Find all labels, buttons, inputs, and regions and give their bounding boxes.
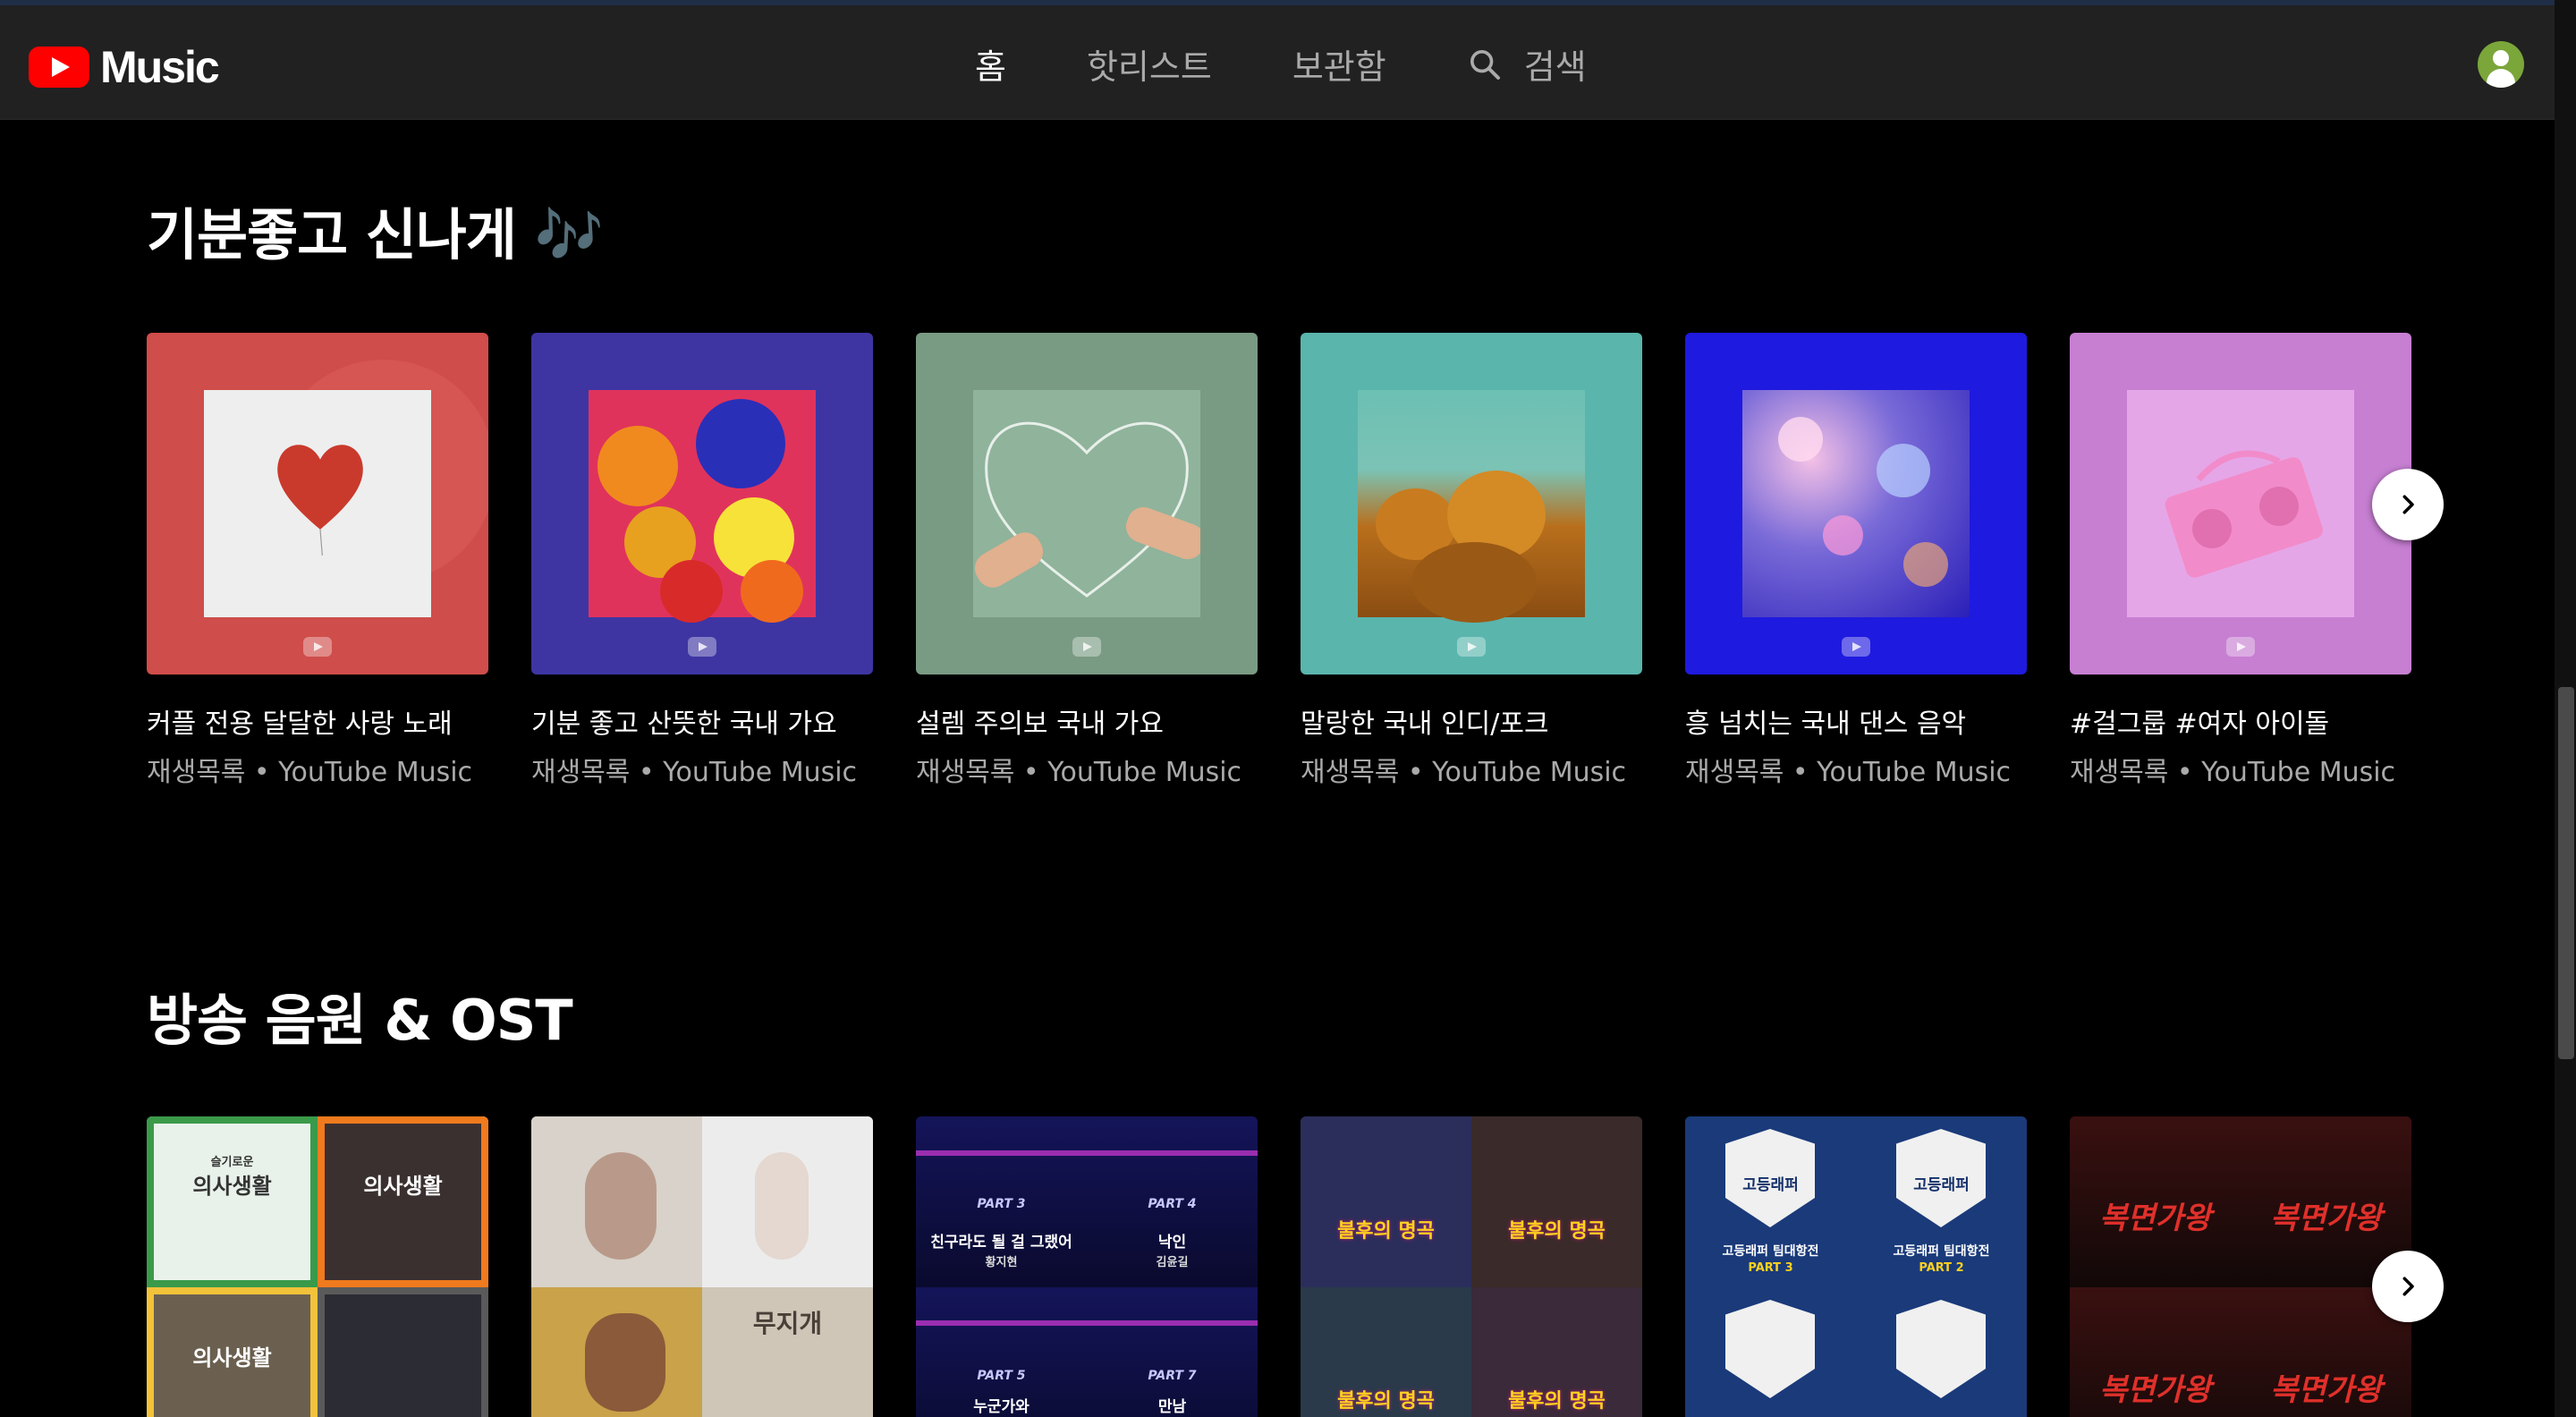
bokeh-lights-image [1742, 390, 1970, 617]
album-thumbnail[interactable]: PART 3 PART 4 친구라도 될 걸 그랬어 낙인 황지현 김윤길 PA… [916, 1116, 1258, 1417]
youtube-play-icon [29, 47, 89, 88]
playlist-thumbnail[interactable] [2070, 333, 2411, 675]
card-title[interactable]: 흥 넘치는 국내 댄스 음악 [1685, 701, 2027, 741]
album-thumbnail[interactable]: 복면가왕 복면가왕 복면가왕 복면가왕 [2070, 1116, 2411, 1417]
album-card[interactable]: 고등래퍼 고등래퍼 고등래퍼 팀대항전 고등래퍼 팀대항전 PART 3 PAR… [1685, 1116, 2027, 1417]
carousel-next-button[interactable] [2372, 1251, 2444, 1322]
card-subtitle: 재생목록 • YouTube Music [916, 757, 1242, 788]
main-nav: 홈 핫리스트 보관함 검색 [975, 39, 1587, 89]
nav-hotlist[interactable]: 핫리스트 [1087, 39, 1212, 89]
album-card[interactable]: 슬기로운 의사생활 의사생활 의사생활 [147, 1116, 488, 1417]
youtube-badge-icon [303, 637, 332, 657]
album-thumbnail[interactable]: 불후의 명곡 불후의 명곡 불후의 명곡 불후의 명곡 [1301, 1116, 1642, 1417]
youtube-badge-icon [688, 637, 716, 657]
youtube-music-logo[interactable]: Music [29, 41, 220, 93]
playlist-card[interactable]: 설렘 주의보 국내 가요 재생목록 • YouTube Music [916, 333, 1258, 789]
playlist-card[interactable]: 기분 좋고 산뜻한 국내 가요 재생목록 • YouTube Music [531, 333, 873, 789]
art-text: 복면가왕 [2098, 1201, 2212, 1236]
carousel-mood: 커플 전용 달달한 사랑 노래 재생목록 • YouTube Music 기분 … [147, 333, 2454, 789]
art-text: 고등래퍼 [1913, 1176, 1970, 1194]
art-text: 만남 [1157, 1398, 1187, 1416]
album-thumbnail[interactable]: 무지개 [531, 1116, 873, 1417]
art-text: 고등래퍼 [1742, 1176, 1799, 1194]
nav-home[interactable]: 홈 [975, 39, 1006, 89]
boombox-image [2127, 390, 2354, 617]
art-text: 무지개 [752, 1309, 823, 1338]
carousel-next-button[interactable] [2372, 469, 2444, 540]
art-text: 낙인 [1157, 1234, 1187, 1252]
album-thumbnail[interactable]: 고등래퍼 고등래퍼 고등래퍼 팀대항전 고등래퍼 팀대항전 PART 3 PAR… [1685, 1116, 2027, 1417]
card-subtitle: 재생목록 • YouTube Music [1301, 757, 1627, 788]
art-text: 불후의 명곡 [1508, 1220, 1606, 1243]
card-subtitle: 재생목록 • YouTube Music [531, 757, 858, 788]
chevron-right-icon [2402, 495, 2414, 514]
art-text: 의사생활 [192, 1345, 272, 1370]
album-card[interactable]: PART 3 PART 4 친구라도 될 걸 그랬어 낙인 황지현 김윤길 PA… [916, 1116, 1258, 1417]
card-subtitle: 재생목록 • YouTube Music [2070, 757, 2396, 788]
art-text: 슬기로운 [210, 1156, 254, 1169]
art-text: 복면가왕 [2269, 1372, 2383, 1408]
search-icon [1470, 49, 1500, 80]
art-text: PART 2 [1919, 1261, 1964, 1275]
account-icon [2493, 50, 2509, 66]
art-text: 복면가왕 [2098, 1372, 2212, 1408]
card-title[interactable]: #걸그룹 #여자 아이돌 [2070, 701, 2411, 741]
card-subtitle: 재생목록 • YouTube Music [147, 757, 473, 788]
chalkboard-heart-image [973, 390, 1200, 617]
section-title-ost: 방송 음원 & OST [147, 988, 573, 1053]
scrollbar-thumb[interactable] [2558, 687, 2574, 1059]
card-subtitle: 재생목록 • YouTube Music [1685, 757, 2012, 788]
art-text: PART 3 [977, 1197, 1026, 1211]
art-text: 황지현 [985, 1256, 1018, 1269]
album-card[interactable]: 무지개 [531, 1116, 873, 1417]
art-text: 친구라도 될 걸 그랬어 [930, 1234, 1072, 1252]
account-avatar[interactable] [2478, 41, 2524, 88]
playlist-card[interactable]: 말랑한 국내 인디/포크 재생목록 • YouTube Music [1301, 333, 1642, 789]
art-text: PART 7 [1148, 1369, 1197, 1383]
flowers-image [589, 390, 816, 623]
logo-text: Music [100, 42, 220, 92]
art-text: 의사생활 [192, 1174, 272, 1199]
app-header: Music 홈 핫리스트 보관함 검색 [0, 5, 2555, 120]
nav-library[interactable]: 보관함 [1292, 39, 1386, 89]
playlist-card[interactable]: 흥 넘치는 국내 댄스 음악 재생목록 • YouTube Music [1685, 333, 2027, 789]
youtube-badge-icon [1072, 637, 1101, 657]
youtube-badge-icon [2226, 637, 2255, 657]
heart-balloon-image [277, 445, 363, 556]
art-text: 복면가왕 [2269, 1201, 2383, 1236]
card-title[interactable]: 기분 좋고 산뜻한 국내 가요 [531, 701, 873, 741]
card-title[interactable]: 커플 전용 달달한 사랑 노래 [147, 701, 488, 741]
art-text: 불후의 명곡 [1337, 1220, 1435, 1243]
playlist-card[interactable]: #걸그룹 #여자 아이돌 재생목록 • YouTube Music [2070, 333, 2411, 789]
playlist-thumbnail[interactable] [1301, 333, 1642, 675]
art-text: 불후의 명곡 [1508, 1390, 1606, 1413]
art-text: 고등래퍼 팀대항전 [1722, 1244, 1819, 1259]
chevron-right-icon [2402, 1277, 2414, 1296]
art-text: 고등래퍼 팀대항전 [1893, 1244, 1990, 1259]
playlist-thumbnail[interactable] [916, 333, 1258, 675]
art-text: 김윤길 [1156, 1256, 1189, 1269]
section-title-mood: 기분좋고 신나게 🎶 [147, 202, 604, 267]
art-text: 의사생활 [363, 1174, 443, 1199]
art-text: PART 5 [977, 1369, 1026, 1383]
card-title[interactable]: 설렘 주의보 국내 가요 [916, 701, 1258, 741]
orange-flowers-image [1358, 390, 1585, 623]
playlist-thumbnail[interactable] [1685, 333, 2027, 675]
art-text: PART 3 [1748, 1261, 1793, 1275]
search-label: 검색 [1523, 47, 1587, 87]
card-title[interactable]: 말랑한 국내 인디/포크 [1301, 701, 1642, 741]
youtube-badge-icon [1457, 637, 1486, 657]
playlist-card[interactable]: 커플 전용 달달한 사랑 노래 재생목록 • YouTube Music [147, 333, 488, 789]
playlist-thumbnail[interactable] [147, 333, 488, 675]
art-text: 누군가와 [973, 1398, 1030, 1416]
art-text: PART 4 [1148, 1197, 1197, 1211]
playlist-thumbnail[interactable] [531, 333, 873, 675]
youtube-badge-icon [1842, 637, 1870, 657]
album-card[interactable]: 불후의 명곡 불후의 명곡 불후의 명곡 불후의 명곡 [1301, 1116, 1642, 1417]
carousel-ost: 슬기로운 의사생활 의사생활 의사생활 무지개 PART 3 PART 4 친구… [147, 1116, 2454, 1417]
art-text: 불후의 명곡 [1337, 1390, 1435, 1413]
album-thumbnail[interactable]: 슬기로운 의사생활 의사생활 의사생활 [147, 1116, 488, 1417]
album-card[interactable]: 복면가왕 복면가왕 복면가왕 복면가왕 [2070, 1116, 2411, 1417]
nav-search[interactable]: 검색 [1467, 39, 1587, 89]
